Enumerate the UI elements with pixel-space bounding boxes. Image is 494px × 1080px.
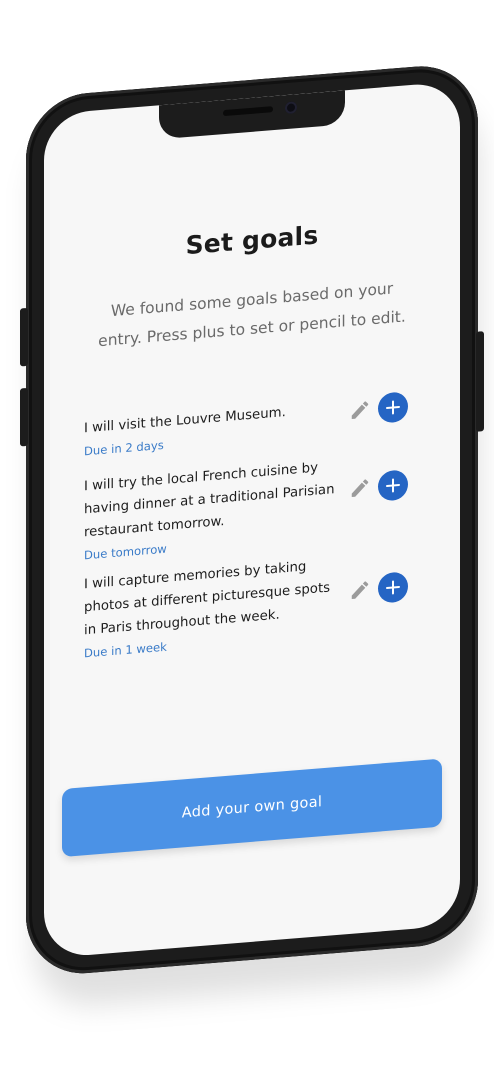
page-title: Set goals <box>185 220 319 261</box>
plus-icon <box>386 400 400 415</box>
volume-up-button <box>20 307 28 367</box>
volume-down-button <box>20 387 28 447</box>
plus-icon <box>386 580 400 595</box>
phone-frame: Set goals We found some goals based on y… <box>20 61 484 979</box>
pencil-icon[interactable] <box>349 398 371 422</box>
add-your-own-goal-label: Add your own goal <box>181 794 323 822</box>
phone-screen: Set goals We found some goals based on y… <box>44 81 460 959</box>
plus-icon <box>386 478 400 493</box>
goal-item: I will capture memories by taking photos… <box>84 544 446 660</box>
add-goal-plus-button[interactable] <box>378 469 408 502</box>
goal-item: I will try the local French cuisine by h… <box>84 446 446 562</box>
add-your-own-goal-button[interactable]: Add your own goal <box>62 758 442 858</box>
power-button <box>476 331 484 432</box>
pencil-icon[interactable] <box>349 476 371 500</box>
add-goal-plus-button[interactable] <box>378 571 408 604</box>
pencil-icon[interactable] <box>349 578 371 602</box>
goal-item: I will visit the Louvre Museum. Due in 2… <box>84 388 446 458</box>
mockup-stage: Set goals We found some goals based on y… <box>0 0 494 1080</box>
screen-content: Set goals We found some goals based on y… <box>44 81 460 958</box>
page-subtitle: We found some goals based on your entry.… <box>98 279 406 351</box>
